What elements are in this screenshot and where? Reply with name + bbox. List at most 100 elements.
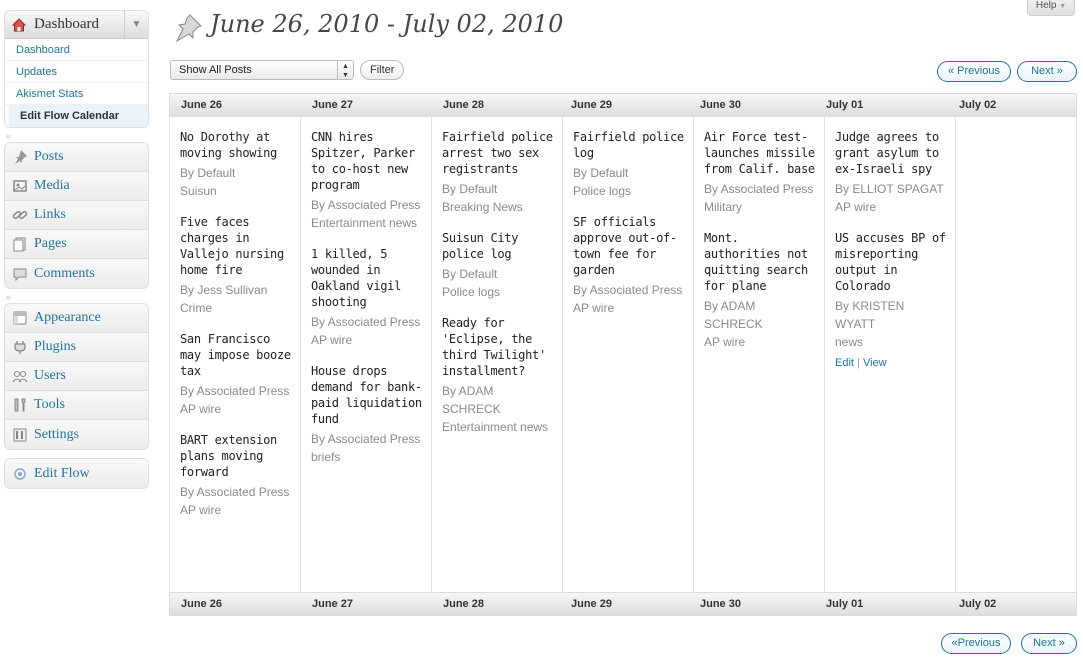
post-category: AP wire — [704, 335, 746, 349]
edit-post-link[interactable]: Edit — [835, 357, 854, 369]
dashboard-menu: Dashboard ▼ Dashboard Updates Akismet St… — [4, 10, 149, 128]
post-author: By Jess Sullivan — [180, 283, 268, 297]
day-header: July 02 — [959, 99, 997, 111]
next-week-button-bottom[interactable]: Next » — [1021, 633, 1077, 654]
help-button[interactable]: Help ▼ — [1027, 0, 1075, 16]
day-header: July 01 — [826, 99, 864, 111]
post-category: AP wire — [180, 503, 222, 517]
post-category: Suisun — [180, 184, 217, 198]
previous-week-button-bottom[interactable]: «Previous — [941, 633, 1011, 654]
post-item[interactable]: House drops demand for bank-paid liquida… — [311, 363, 423, 466]
sidebar-item-comments[interactable]: Comments — [5, 259, 148, 288]
link-icon — [11, 206, 29, 224]
post-title[interactable]: Ready for 'Eclipse, the third Twilight' … — [442, 315, 554, 379]
post-category: briefs — [311, 450, 341, 464]
sidebar-item-plugins[interactable]: Plugins — [5, 333, 148, 362]
post-item[interactable]: No Dorothy at moving showing By Default … — [180, 129, 292, 200]
next-week-button-top[interactable]: Next » — [1017, 61, 1077, 82]
day-column: No Dorothy at moving showing By Default … — [170, 117, 301, 592]
day-column: Fairfield police arrest two sex registra… — [432, 117, 563, 592]
sidebar-item-users[interactable]: Users — [5, 362, 148, 391]
pushpin-icon — [11, 148, 29, 166]
post-author: By KRISTEN WYATT — [835, 299, 905, 331]
post-item[interactable]: Fairfield police log By Default Police l… — [573, 129, 685, 200]
post-title[interactable]: House drops demand for bank-paid liquida… — [311, 363, 423, 427]
post-author: By Associated Press — [180, 384, 290, 398]
chevron-down-icon[interactable]: ▼ — [124, 11, 148, 38]
sidebar-item-label: Posts — [34, 149, 64, 164]
collapse-arrows-icon[interactable]: « — [6, 292, 11, 302]
post-item[interactable]: Judge agrees to grant asylum to ex-Israe… — [835, 129, 947, 216]
post-item[interactable]: 1 killed, 5 wounded in Oakland vigil sho… — [311, 246, 423, 349]
post-category: AP wire — [835, 200, 877, 214]
submenu-akismet-stats[interactable]: Akismet Stats — [5, 83, 148, 105]
post-category: Breaking News — [442, 200, 523, 214]
post-title[interactable]: SF officials approve out-of-town fee for… — [573, 214, 685, 278]
settings-icon — [11, 426, 29, 444]
post-item[interactable]: Fairfield police arrest two sex registra… — [442, 129, 554, 216]
day-header: June 27 — [312, 598, 353, 610]
calendar-header-top: June 26 June 27 June 28 June 29 June 30 … — [169, 93, 1077, 117]
post-title[interactable]: No Dorothy at moving showing — [180, 129, 292, 161]
content-menu: Posts Media Links Pages Comments — [4, 142, 149, 289]
filter-button[interactable]: Filter — [360, 60, 405, 80]
week-calendar: June 26 June 27 June 28 June 29 June 30 … — [169, 93, 1077, 619]
calendar-body: No Dorothy at moving showing By Default … — [169, 117, 1077, 592]
sidebar-item-links[interactable]: Links — [5, 201, 148, 230]
day-header: June 29 — [571, 99, 612, 111]
post-item[interactable]: CNN hires Spitzer, Parker to co-host new… — [311, 129, 423, 232]
post-title[interactable]: Mont. authorities not quitting search fo… — [704, 230, 816, 294]
post-title[interactable]: BART extension plans moving forward — [180, 432, 292, 480]
post-item[interactable]: US accuses BP of misreporting output in … — [835, 230, 947, 372]
post-title[interactable]: 1 killed, 5 wounded in Oakland vigil sho… — [311, 246, 423, 310]
post-item[interactable]: Ready for 'Eclipse, the third Twilight' … — [442, 315, 554, 436]
post-filter-select[interactable]: Show All Posts ▲ ▼ — [170, 60, 354, 80]
dashboard-menu-header[interactable]: Dashboard ▼ — [5, 11, 148, 39]
view-post-link[interactable]: View — [863, 357, 887, 369]
sidebar-item-tools[interactable]: Tools — [5, 391, 148, 420]
post-title[interactable]: Fairfield police arrest two sex registra… — [442, 129, 554, 177]
chevron-down-icon: ▼ — [1059, 3, 1067, 10]
post-item[interactable]: Five faces charges in Vallejo nursing ho… — [180, 214, 292, 317]
previous-week-button-top[interactable]: « Previous — [937, 61, 1011, 82]
dashboard-submenu: Dashboard Updates Akismet Stats Edit Flo… — [5, 39, 148, 127]
sidebar-item-media[interactable]: Media — [5, 172, 148, 201]
sidebar-item-label: Edit Flow — [34, 465, 90, 481]
menu-separator: « — [4, 131, 149, 142]
post-title[interactable]: Fairfield police log — [573, 129, 685, 161]
post-item[interactable]: Mont. authorities not quitting search fo… — [704, 230, 816, 351]
post-title[interactable]: CNN hires Spitzer, Parker to co-host new… — [311, 129, 423, 193]
day-column — [956, 117, 1076, 592]
sidebar-item-posts[interactable]: Posts — [5, 143, 148, 172]
submenu-edit-flow-calendar[interactable]: Edit Flow Calendar — [5, 105, 148, 127]
post-author: By Associated Press — [704, 182, 814, 196]
post-title[interactable]: US accuses BP of misreporting output in … — [835, 230, 947, 294]
post-item[interactable]: San Francisco may impose booze tax By As… — [180, 331, 292, 418]
post-item[interactable]: Suisun City police log By Default Police… — [442, 230, 554, 301]
collapse-arrows-icon[interactable]: « — [6, 131, 11, 141]
sidebar-item-label: Tools — [34, 397, 65, 412]
sidebar-item-appearance[interactable]: Appearance — [5, 304, 148, 333]
post-item[interactable]: BART extension plans moving forward By A… — [180, 432, 292, 519]
edit-flow-menu: Edit Flow — [4, 458, 149, 489]
post-title[interactable]: Judge agrees to grant asylum to ex-Israe… — [835, 129, 947, 177]
post-title[interactable]: San Francisco may impose booze tax — [180, 331, 292, 379]
post-title[interactable]: Five faces charges in Vallejo nursing ho… — [180, 214, 292, 278]
sidebar-item-label: Links — [34, 207, 66, 222]
sidebar-item-pages[interactable]: Pages — [5, 230, 148, 259]
sidebar-item-label: Plugins — [34, 339, 77, 354]
sidebar-item-edit-flow[interactable]: Edit Flow — [5, 459, 148, 488]
post-filter-select-value: Show All Posts — [179, 64, 252, 76]
post-title[interactable]: Suisun City police log — [442, 230, 554, 262]
sidebar-item-label: Users — [34, 368, 66, 383]
submenu-updates[interactable]: Updates — [5, 61, 148, 83]
post-item[interactable]: SF officials approve out-of-town fee for… — [573, 214, 685, 317]
day-header: June 27 — [312, 99, 353, 111]
sidebar-item-settings[interactable]: Settings — [5, 420, 148, 449]
post-item[interactable]: Air Force test-launches missile from Cal… — [704, 129, 816, 216]
post-category: AP wire — [573, 301, 615, 315]
submenu-dashboard[interactable]: Dashboard — [5, 39, 148, 61]
tools-icon — [11, 396, 29, 414]
post-title[interactable]: Air Force test-launches missile from Cal… — [704, 129, 816, 177]
post-category: Entertainment news — [442, 420, 549, 434]
